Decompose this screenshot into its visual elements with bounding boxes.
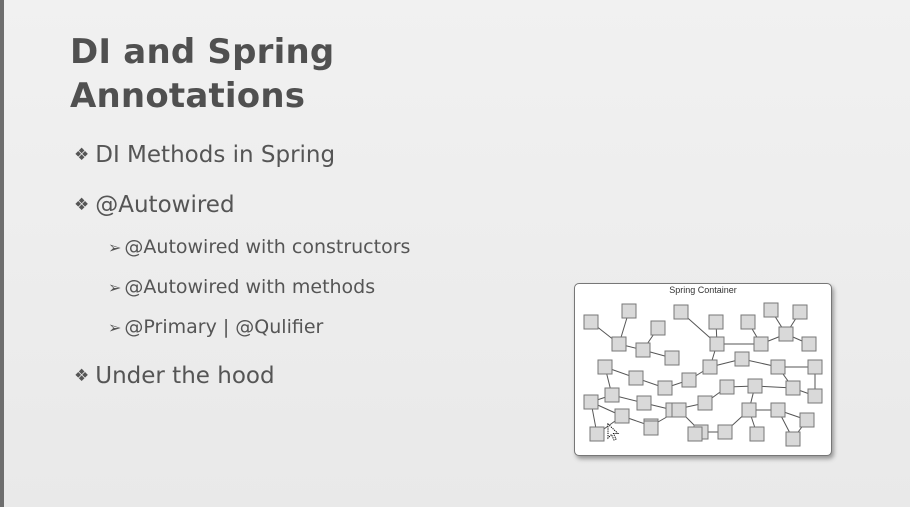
arrow-bullet-icon: ➢: [108, 278, 122, 297]
bean-node: [734, 351, 750, 367]
bullet-under-the-hood: ❖ Under the hood: [74, 362, 275, 392]
bean-node: [635, 342, 651, 358]
bean-node: [687, 426, 703, 442]
bean-node: [763, 302, 779, 318]
bean-node: [749, 426, 765, 442]
bean-node: [583, 394, 599, 410]
bean-node: [740, 314, 756, 330]
bullet-label: DI Methods in Spring: [95, 142, 336, 168]
slide-title: DI and Spring Annotations: [70, 30, 334, 118]
bullet-di-methods: ❖ DI Methods in Spring: [74, 141, 335, 171]
bean-node: [664, 350, 680, 366]
bean-node: [747, 378, 763, 394]
bean-node: [770, 359, 786, 375]
sub-bullet-primary-qualifier: ➢ @Primary | @Qulifier: [108, 315, 323, 340]
diamond-bullet-icon: ❖: [74, 366, 90, 386]
bean-node: [708, 314, 724, 330]
bean-node: [621, 303, 637, 319]
mouse-cursor-icon: [607, 423, 620, 441]
diamond-bullet-icon: ❖: [74, 145, 90, 165]
diamond-bullet-icon: ❖: [74, 195, 90, 215]
bean-node: [636, 395, 652, 411]
bean-node: [681, 372, 697, 388]
bean-node: [753, 336, 769, 352]
bean-node: [770, 402, 786, 418]
bean-node: [778, 326, 794, 342]
bean-node: [785, 431, 801, 447]
bullet-label: @Autowired: [95, 192, 235, 218]
sub-bullet-label: @Autowired with methods: [124, 276, 376, 298]
bullet-label: Under the hood: [95, 363, 275, 389]
bean-node: [717, 424, 733, 440]
bullet-autowired: ❖ @Autowired: [74, 191, 235, 221]
bean-node: [785, 380, 801, 396]
title-line-1: DI and Spring: [70, 32, 335, 72]
bean-node: [597, 359, 613, 375]
bean-node: [719, 379, 735, 395]
sub-bullet-methods: ➢ @Autowired with methods: [108, 275, 375, 300]
bean-node: [792, 304, 808, 320]
bean-node: [650, 320, 666, 336]
bean-node: [799, 412, 815, 428]
sub-bullet-label: @Primary | @Qulifier: [124, 316, 324, 338]
bean-node: [628, 370, 644, 386]
bean-node: [801, 336, 817, 352]
bean-node: [614, 408, 630, 424]
bean-node: [643, 420, 659, 436]
bean-node: [583, 314, 599, 330]
bean-node: [589, 426, 605, 442]
sub-bullet-constructors: ➢ @Autowired with constructors: [108, 235, 410, 260]
bean-node: [671, 402, 687, 418]
sub-bullet-label: @Autowired with constructors: [124, 236, 411, 258]
bean-node: [741, 402, 757, 418]
arrow-bullet-icon: ➢: [108, 318, 122, 337]
bean-node: [657, 380, 673, 396]
bean-node: [611, 336, 627, 352]
bean-node: [702, 359, 718, 375]
arrow-bullet-icon: ➢: [108, 238, 122, 257]
bean-node: [697, 395, 713, 411]
bean-node: [604, 387, 620, 403]
bean-node: [807, 388, 823, 404]
bean-node: [709, 336, 725, 352]
bean-node: [673, 304, 689, 320]
bean-node: [807, 359, 823, 375]
title-line-2: Annotations: [70, 76, 306, 116]
